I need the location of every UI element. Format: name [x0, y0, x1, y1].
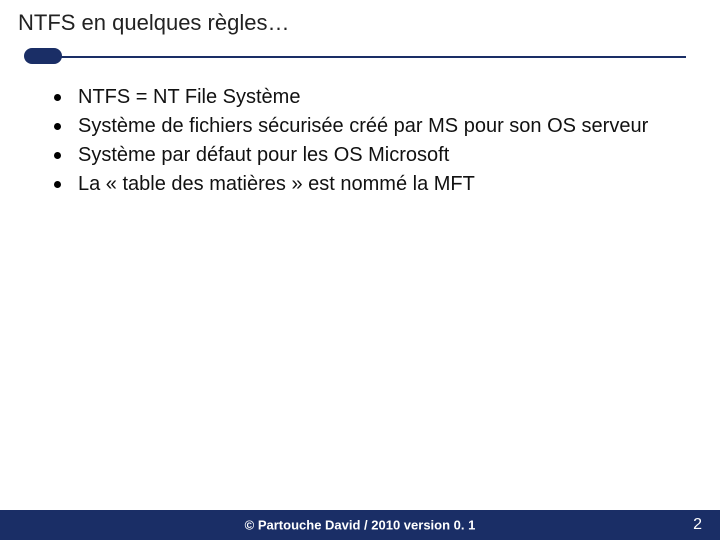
slide-title: NTFS en quelques règles…: [0, 0, 720, 42]
title-rule: [26, 48, 686, 66]
list-item: Système de fichiers sécurisée créé par M…: [50, 113, 680, 140]
page-number: 2: [693, 516, 702, 534]
list-item: NTFS = NT File Système: [50, 84, 680, 111]
footer-bar: © Partouche David / 2010 version 0. 1 2: [0, 510, 720, 540]
bullet-list: NTFS = NT File Système Système de fichie…: [50, 84, 680, 198]
content-area: NTFS = NT File Système Système de fichie…: [0, 66, 720, 198]
list-item: La « table des matières » est nommé la M…: [50, 171, 680, 198]
rule-line: [26, 56, 686, 58]
footer-copyright: © Partouche David / 2010 version 0. 1: [245, 518, 476, 533]
rule-cap: [24, 48, 62, 64]
slide: NTFS en quelques règles… NTFS = NT File …: [0, 0, 720, 540]
list-item: Système par défaut pour les OS Microsoft: [50, 142, 680, 169]
